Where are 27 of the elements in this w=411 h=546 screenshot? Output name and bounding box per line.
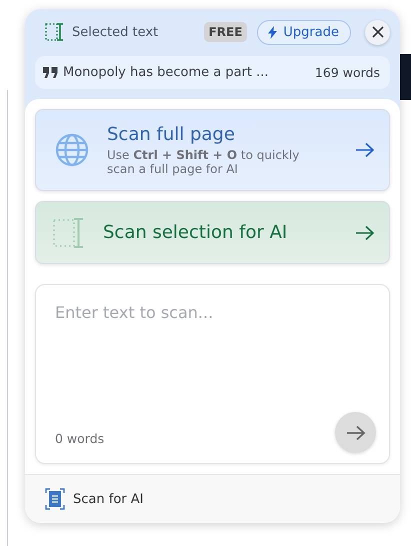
globe-icon [53, 131, 91, 169]
selection-preview[interactable]: Monopoly has become a part ... 169 words [35, 56, 390, 89]
arrow-right-icon [346, 424, 366, 440]
text-input-box[interactable]: Enter text to scan... 0 words [35, 284, 390, 464]
card-title: Scan selection for AI [103, 222, 288, 243]
card-description: Use Ctrl + Shift + O to quickly scan a full page for AI [107, 148, 300, 176]
text-input-field[interactable]: Enter text to scan... [55, 303, 376, 403]
footer-label: Scan for AI [73, 492, 144, 506]
quote-icon [43, 67, 58, 78]
arrow-right-icon [355, 224, 375, 240]
plan-badge: FREE [204, 22, 248, 42]
word-count: 0 words [55, 431, 104, 446]
submit-button[interactable] [335, 412, 376, 453]
page-background-block [400, 54, 411, 100]
upgrade-button[interactable]: Upgrade [257, 20, 351, 44]
word-count: 169 words [314, 65, 380, 80]
lightning-icon [268, 26, 278, 38]
scan-page-card[interactable]: Scan full page Use Ctrl + Shift + O to quickly scan a full page for AI [35, 109, 390, 191]
arrow-right-icon [355, 142, 375, 158]
text-selection-icon [45, 22, 64, 42]
document-scan-icon [45, 488, 65, 510]
card-title: Scan full page [107, 124, 236, 145]
mode-label: Selected text [72, 24, 158, 40]
selected-text-excerpt: Monopoly has become a part ... [63, 65, 270, 80]
close-button[interactable] [365, 20, 390, 44]
close-icon [372, 26, 384, 38]
scan-selection-card[interactable]: Scan selection for AI [35, 201, 390, 264]
